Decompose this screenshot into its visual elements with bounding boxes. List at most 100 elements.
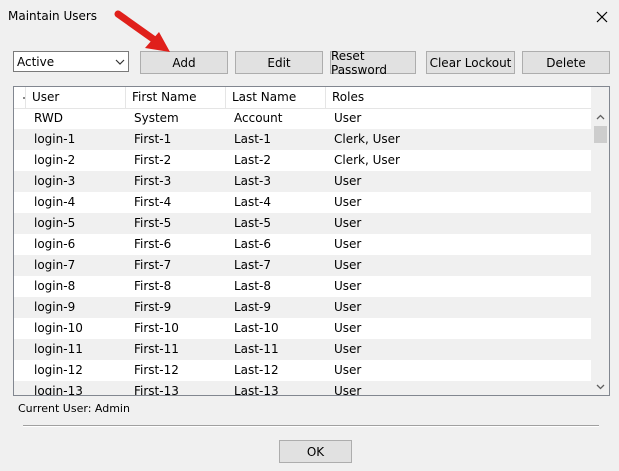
cell-first-name: First-8 (134, 279, 172, 293)
cell-user: login-6 (34, 237, 76, 251)
grid-body: RWD System Account User login-1 First-1 Last-1… (14, 108, 592, 395)
chevron-down-icon (596, 384, 605, 389)
cell-first-name: First-7 (134, 258, 172, 272)
cell-last-name: Account (234, 111, 283, 125)
table-row[interactable]: login-3 First-3 Last-3 User (14, 171, 592, 192)
cell-last-name: Last-9 (234, 300, 271, 314)
cell-last-name: Last-6 (234, 237, 271, 251)
scrollbar-thumb[interactable] (594, 126, 607, 143)
cell-user: login-9 (34, 300, 76, 314)
cell-user: login-8 (34, 279, 76, 293)
edit-button[interactable]: Edit (235, 51, 323, 74)
table-row[interactable]: login-13 First-13 Last-13 User (14, 381, 592, 395)
table-row[interactable]: login-11 First-11 Last-11 User (14, 339, 592, 360)
sort-indicator-icon (23, 97, 25, 99)
reset-password-button[interactable]: Reset Password (330, 49, 416, 77)
table-row[interactable]: login-5 First-5 Last-5 User (14, 213, 592, 234)
column-header-first-name[interactable]: First Name (126, 87, 226, 108)
scroll-down-button[interactable] (592, 378, 609, 395)
cell-user: login-7 (34, 258, 76, 272)
ok-button[interactable]: OK (279, 440, 352, 463)
cell-last-name: Last-10 (234, 321, 279, 335)
cell-first-name: First-12 (134, 363, 179, 377)
cell-roles: User (334, 195, 362, 209)
scroll-up-button[interactable] (592, 108, 609, 125)
cell-first-name: First-13 (134, 384, 179, 395)
cell-last-name: Last-12 (234, 363, 279, 377)
table-row[interactable]: RWD System Account User (14, 108, 592, 129)
window-title: Maintain Users (8, 9, 98, 23)
table-row[interactable]: login-1 First-1 Last-1 Clerk, User (14, 129, 592, 150)
chevron-up-icon (596, 114, 605, 119)
cell-first-name: First-6 (134, 237, 172, 251)
cell-first-name: First-10 (134, 321, 179, 335)
vertical-scrollbar[interactable] (591, 87, 609, 395)
table-row[interactable]: login-9 First-9 Last-9 User (14, 297, 592, 318)
cell-user: login-12 (34, 363, 83, 377)
cell-last-name: Last-3 (234, 174, 271, 188)
cell-first-name: First-2 (134, 153, 172, 167)
cell-last-name: Last-2 (234, 153, 271, 167)
cell-user: login-11 (34, 342, 83, 356)
cell-roles: User (334, 342, 362, 356)
cell-last-name: Last-1 (234, 132, 271, 146)
cell-first-name: First-4 (134, 195, 172, 209)
current-user-label: Current User: Admin (18, 402, 130, 415)
cell-last-name: Last-5 (234, 216, 271, 230)
status-filter-value: Active (17, 55, 55, 69)
cell-first-name: First-1 (134, 132, 172, 146)
close-icon (596, 11, 608, 23)
table-row[interactable]: login-2 First-2 Last-2 Clerk, User (14, 150, 592, 171)
column-header-user[interactable]: User (26, 87, 126, 108)
cell-first-name: First-5 (134, 216, 172, 230)
cell-user: login-4 (34, 195, 76, 209)
cell-user: login-13 (34, 384, 83, 395)
table-row[interactable]: login-10 First-10 Last-10 User (14, 318, 592, 339)
cell-last-name: Last-7 (234, 258, 271, 272)
cell-roles: User (334, 174, 362, 188)
table-row[interactable]: login-4 First-4 Last-4 User (14, 192, 592, 213)
grid-header: User First Name Last Name Roles (14, 87, 592, 109)
cell-roles: User (334, 216, 362, 230)
table-row[interactable]: login-6 First-6 Last-6 User (14, 234, 592, 255)
column-header-roles[interactable]: Roles (326, 87, 592, 108)
cell-user: login-3 (34, 174, 76, 188)
cell-roles: User (334, 258, 362, 272)
cell-roles: User (334, 363, 362, 377)
chevron-down-icon (115, 59, 125, 65)
divider (23, 425, 599, 427)
cell-roles: User (334, 237, 362, 251)
row-selector-header[interactable] (14, 87, 26, 108)
table-row[interactable]: login-7 First-7 Last-7 User (14, 255, 592, 276)
column-header-last-name[interactable]: Last Name (226, 87, 326, 108)
delete-button[interactable]: Delete (522, 51, 610, 74)
cell-roles: User (334, 321, 362, 335)
add-button[interactable]: Add (140, 51, 228, 74)
cell-user: login-10 (34, 321, 83, 335)
cell-last-name: Last-8 (234, 279, 271, 293)
cell-first-name: First-11 (134, 342, 179, 356)
cell-roles: User (334, 300, 362, 314)
close-button[interactable] (589, 4, 615, 30)
cell-roles: User (334, 384, 362, 395)
cell-first-name: First-3 (134, 174, 172, 188)
cell-user: login-1 (34, 132, 76, 146)
cell-last-name: Last-13 (234, 384, 279, 395)
cell-user: RWD (34, 111, 63, 125)
cell-roles: Clerk, User (334, 132, 400, 146)
cell-roles: User (334, 279, 362, 293)
status-filter-dropdown[interactable]: Active (13, 51, 129, 72)
cell-first-name: First-9 (134, 300, 172, 314)
cell-first-name: System (134, 111, 179, 125)
clear-lockout-button[interactable]: Clear Lockout (426, 51, 515, 74)
maintain-users-dialog: Maintain Users Active Add Edit Reset Pas… (0, 0, 619, 471)
cell-user: login-5 (34, 216, 76, 230)
cell-roles: User (334, 111, 362, 125)
users-grid[interactable]: User First Name Last Name Roles RWD Syste… (13, 86, 610, 396)
cell-last-name: Last-4 (234, 195, 271, 209)
cell-user: login-2 (34, 153, 76, 167)
cell-last-name: Last-11 (234, 342, 279, 356)
title-bar: Maintain Users (0, 0, 619, 34)
table-row[interactable]: login-8 First-8 Last-8 User (14, 276, 592, 297)
table-row[interactable]: login-12 First-12 Last-12 User (14, 360, 592, 381)
